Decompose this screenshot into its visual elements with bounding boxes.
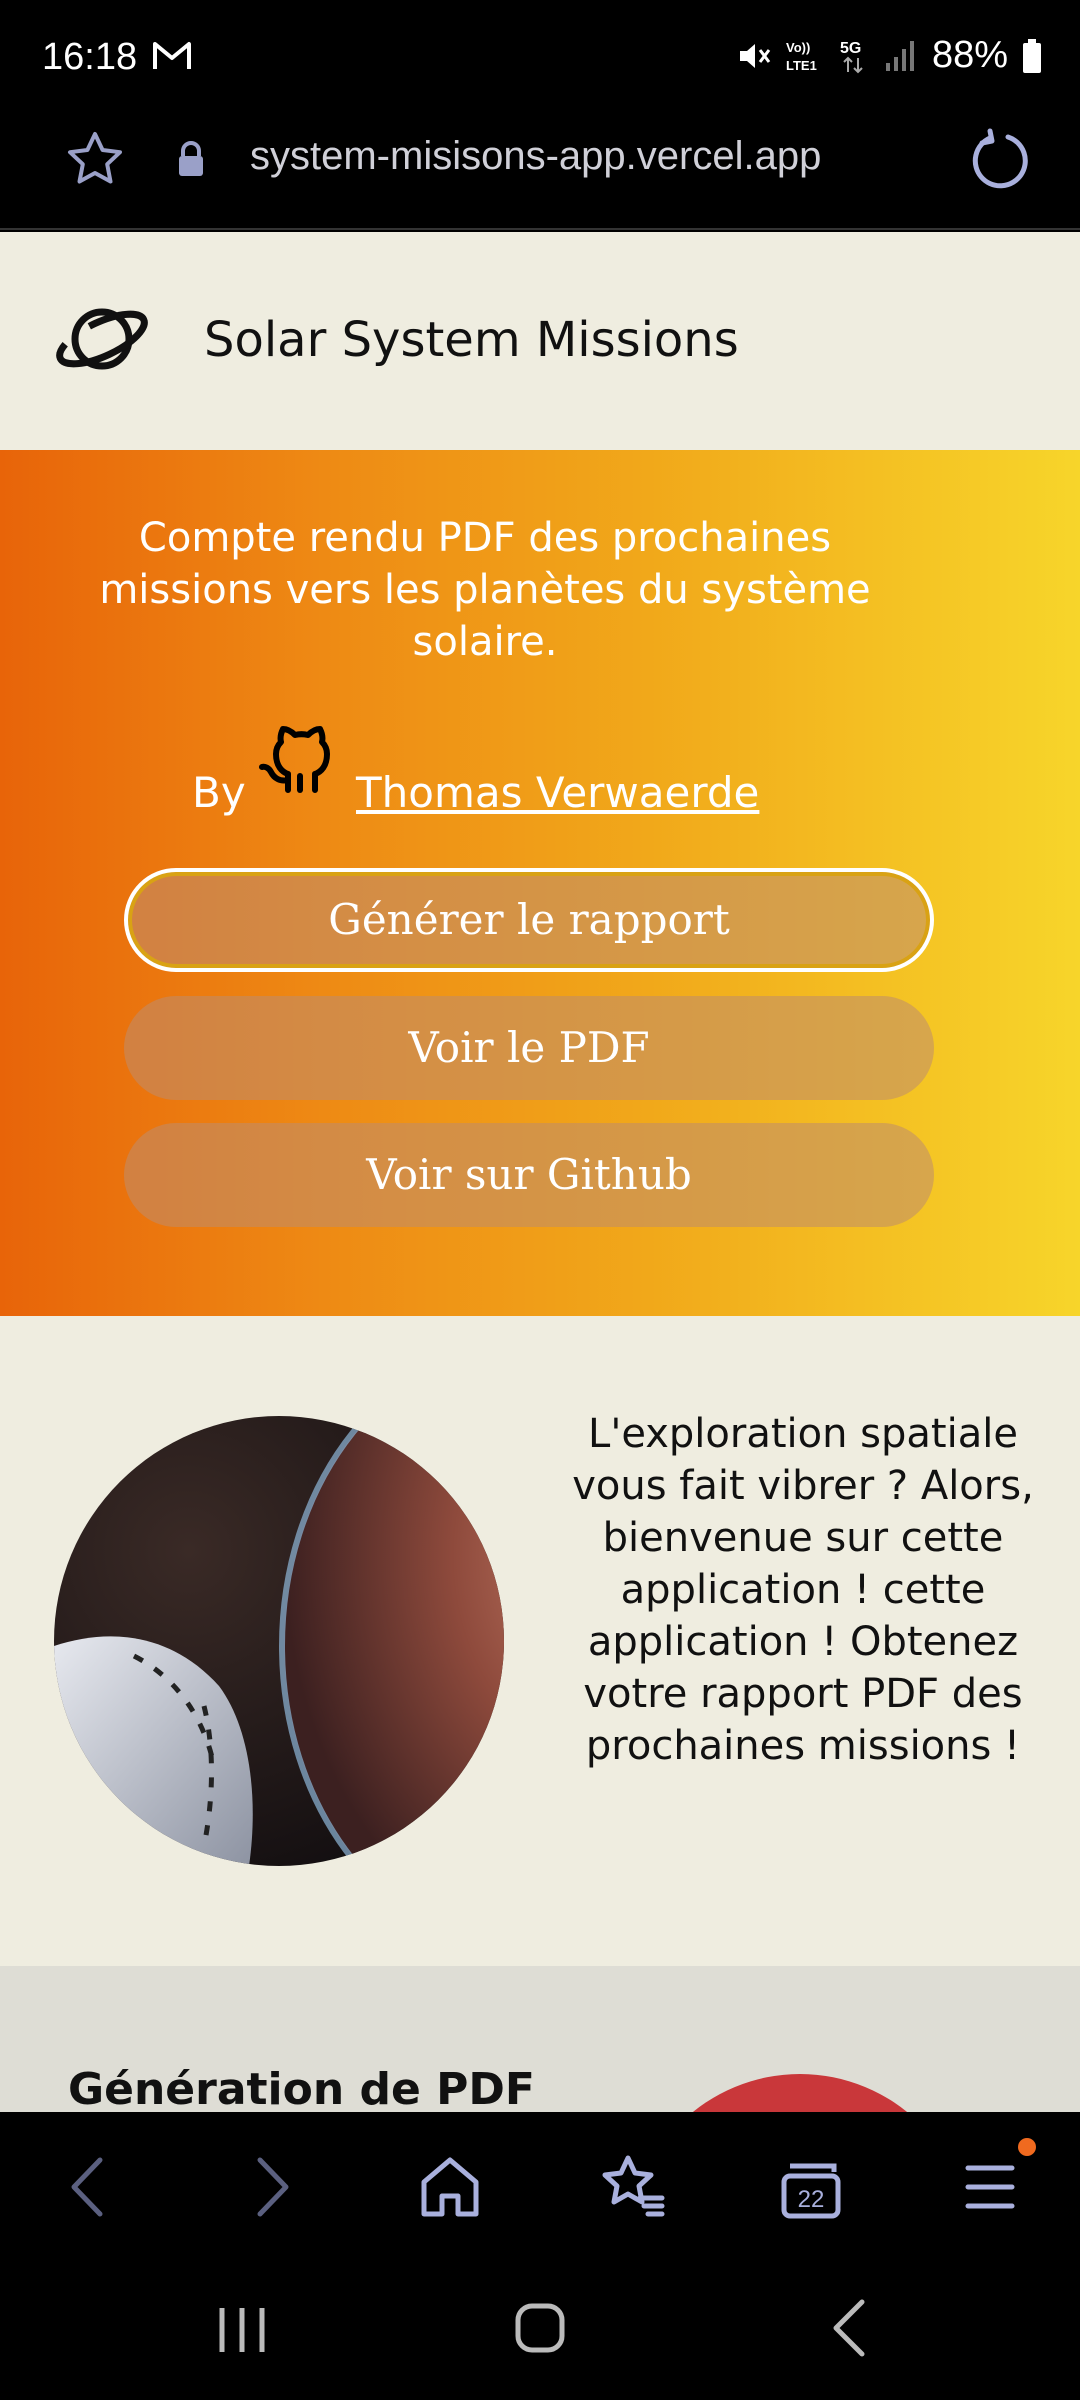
section-illustration — [630, 2074, 970, 2112]
5g-icon: 5G — [840, 38, 870, 74]
gmail-icon — [152, 40, 192, 72]
notification-dot — [1018, 2138, 1036, 2156]
generate-report-button[interactable]: Générer le rapport — [124, 868, 934, 972]
site-title[interactable]: Solar System Missions — [204, 312, 739, 368]
status-bar: 16:18 Vo)) LTE1 5G 88% — [0, 0, 1080, 120]
hero-section: Compte rendu PDF des prochaines missions… — [0, 450, 1080, 1316]
svg-text:LTE1: LTE1 — [786, 58, 817, 73]
mute-icon — [736, 39, 772, 73]
menu-icon[interactable] — [962, 2152, 1018, 2227]
system-back-icon[interactable] — [820, 2296, 880, 2365]
intro-section: L'exploration spatiale vous fait vibrer … — [0, 1316, 1080, 1966]
pdf-generation-section: Génération de PDF — [0, 1966, 1080, 2112]
lte-icon: Vo)) LTE1 — [786, 38, 826, 74]
lock-icon — [176, 140, 206, 183]
section-title: Génération de PDF — [68, 2064, 535, 2112]
battery-icon — [1022, 38, 1042, 73]
battery-percent: 88% — [931, 34, 1008, 76]
intro-text: L'exploration spatiale vous fait vibrer … — [572, 1411, 1034, 1769]
reload-icon[interactable] — [968, 128, 1030, 195]
view-pdf-button[interactable]: Voir le PDF — [124, 996, 934, 1100]
bookmarks-icon[interactable] — [598, 2152, 668, 2227]
planet-icon[interactable] — [54, 298, 150, 385]
status-icons: Vo)) LTE1 5G 88% — [736, 34, 1042, 77]
home-button-icon[interactable] — [510, 2298, 570, 2363]
back-icon[interactable] — [62, 2152, 112, 2227]
svg-text:Vo)): Vo)) — [786, 40, 810, 55]
web-page: Solar System Missions Compte rendu PDF d… — [0, 232, 1080, 2112]
signal-icon — [884, 39, 918, 73]
forward-icon[interactable] — [248, 2152, 298, 2227]
bookmark-star-icon[interactable] — [64, 128, 126, 195]
site-header: Solar System Missions — [0, 232, 1080, 450]
view-github-button[interactable]: Voir sur Github — [124, 1123, 934, 1227]
tabs-icon[interactable]: 22 — [776, 2152, 846, 2227]
mars-spaceship-image — [54, 1416, 504, 1866]
author-link[interactable]: Thomas Verwaerde — [356, 768, 759, 817]
home-icon[interactable] — [418, 2152, 482, 2227]
github-cat-icon — [258, 714, 344, 805]
hero-description: Compte rendu PDF des prochaines missions… — [99, 515, 871, 665]
svg-text:5G: 5G — [840, 40, 861, 57]
by-label: By — [192, 768, 246, 817]
status-time: 16:18 — [42, 36, 138, 78]
recent-apps-icon[interactable] — [212, 2300, 272, 2365]
tab-count: 22 — [798, 2186, 825, 2213]
android-nav-bar — [0, 2260, 1080, 2400]
browser-toolbar: 22 — [0, 2112, 1080, 2260]
url-text[interactable]: system-misisons-app.vercel.app — [250, 134, 821, 179]
